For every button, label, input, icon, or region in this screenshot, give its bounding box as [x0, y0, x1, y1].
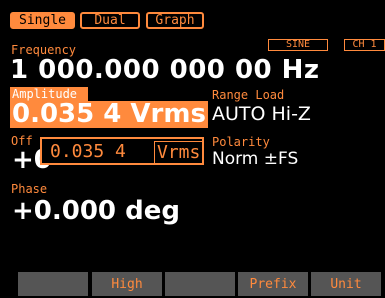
polarity-label: Polarity	[212, 135, 270, 149]
waveform-text: SINE	[285, 39, 311, 50]
channel-indicator: CH 1	[344, 39, 385, 51]
tab-single[interactable]: Single	[10, 12, 75, 29]
phase-label: Phase	[11, 182, 48, 196]
softkey-1[interactable]	[18, 272, 88, 296]
tab-dual-label: Dual	[94, 13, 126, 28]
softkey-high-label: High	[111, 277, 143, 292]
tab-single-label: Single	[19, 13, 66, 28]
tab-graph[interactable]: Graph	[146, 12, 204, 29]
softkey-3[interactable]	[165, 272, 235, 296]
softkey-high[interactable]: High	[92, 272, 162, 296]
waveform-indicator: SINE	[268, 39, 328, 51]
softkey-unit[interactable]: Unit	[311, 272, 381, 296]
softkey-unit-label: Unit	[330, 277, 362, 292]
range-load-label: Range Load	[212, 88, 285, 102]
polarity-value: Norm ±FS	[212, 149, 299, 169]
tab-dual[interactable]: Dual	[80, 12, 140, 29]
amplitude-value[interactable]: 0.035 4 Vrms	[12, 99, 206, 129]
popup-value: 0.035 4	[50, 141, 126, 162]
popup-unit[interactable]: Vrms	[154, 141, 204, 164]
range-load-value: AUTO Hi-Z	[212, 103, 311, 125]
tab-graph-label: Graph	[155, 13, 195, 28]
amplitude-edit-popup[interactable]: 0.035 4 Vrms	[40, 137, 204, 165]
frequency-value[interactable]: 1 000.000 000 00 Hz	[10, 55, 320, 85]
softkey-prefix-label: Prefix	[249, 277, 297, 292]
softkey-prefix[interactable]: Prefix	[238, 272, 308, 296]
phase-value[interactable]: +0.000 deg	[12, 196, 180, 226]
channel-text: CH 1	[352, 39, 377, 50]
